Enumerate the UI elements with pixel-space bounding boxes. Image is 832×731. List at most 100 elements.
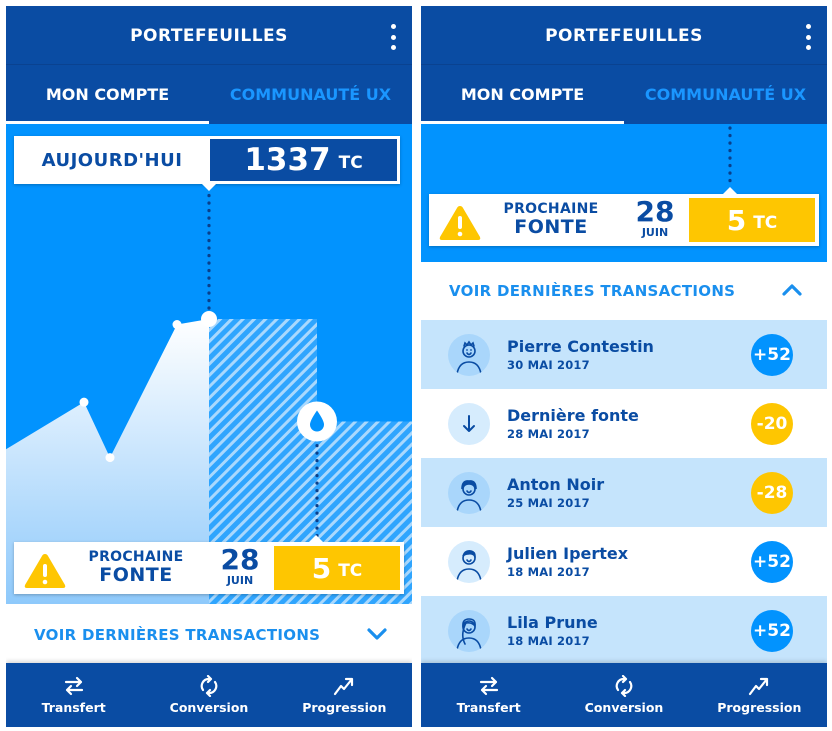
bottom-navigation: Transfert Conversion Progression: [421, 663, 827, 727]
today-marker: [201, 310, 217, 327]
transaction-date: 18 MAI 2017: [507, 634, 590, 648]
nav-transfert-label: Transfert: [456, 700, 521, 715]
nav-transfert[interactable]: Transfert: [6, 663, 141, 727]
avatar-julien: [448, 541, 490, 583]
next-melt-label: PROCHAINE FONTE: [501, 201, 601, 238]
app-bar: PORTEFEUILLES: [6, 6, 412, 65]
transaction-row[interactable]: Anton Noir 25 MAI 2017 -28: [421, 458, 827, 527]
nav-progression[interactable]: Progression: [692, 663, 827, 727]
trending-up-icon: [334, 677, 354, 696]
toggle-transactions-label: VOIR DERNIÈRES TRANSACTIONS: [34, 626, 321, 644]
balance-chart: [6, 186, 412, 604]
next-melt-amount: 5: [311, 551, 332, 585]
melt-pointer: [309, 535, 323, 542]
tab-mon-compte[interactable]: MON COMPTE: [421, 65, 624, 124]
transaction-row[interactable]: Pierre Contestin 30 MAI 2017 +52: [421, 320, 827, 389]
today-unit: TC: [338, 153, 363, 173]
transaction-amount-badge: +52: [751, 610, 793, 652]
app-title: PORTEFEUILLES: [545, 26, 703, 46]
data-point: [172, 320, 182, 330]
transaction-amount-badge: +52: [751, 334, 793, 376]
nav-progression[interactable]: Progression: [277, 663, 412, 727]
transaction-amount-badge: -28: [751, 472, 793, 514]
nav-progression-label: Progression: [302, 700, 387, 715]
tab-communaute-ux[interactable]: COMMUNAUTÉ UX: [624, 65, 827, 124]
next-melt-date: 28 JUIN: [631, 197, 679, 239]
today-value: 1337: [244, 142, 331, 178]
today-balance-card: AUJOURD'HUI 1337 TC: [14, 136, 400, 184]
warning-icon: [439, 206, 481, 240]
transaction-name: Lila Prune: [507, 613, 598, 632]
warning-icon: [24, 554, 66, 588]
transaction-row[interactable]: Julien Ipertex 18 MAI 2017 +52: [421, 527, 827, 596]
next-melt-month: JUIN: [641, 226, 669, 239]
next-melt-amount-box: 5 TC: [274, 546, 400, 590]
refresh-icon: [200, 675, 218, 697]
transaction-name: Anton Noir: [507, 475, 605, 494]
nav-conversion[interactable]: Conversion: [141, 663, 276, 727]
next-melt-day: 28: [220, 543, 260, 576]
app-title: PORTEFEUILLES: [130, 26, 288, 46]
nav-conversion-label: Conversion: [169, 700, 249, 715]
transaction-name: Pierre Contestin: [507, 337, 654, 356]
transaction-row[interactable]: Dernière fonte 28 MAI 2017 -20: [421, 389, 827, 458]
nav-progression-label: Progression: [717, 700, 802, 715]
swap-icon: [64, 676, 83, 696]
tab-mon-compte[interactable]: MON COMPTE: [6, 65, 209, 124]
transaction-amount-badge: +52: [751, 541, 793, 583]
bottom-navigation: Transfert Conversion Progression: [6, 663, 412, 727]
toggle-transactions-label: VOIR DERNIÈRES TRANSACTIONS: [449, 282, 736, 300]
transaction-amount-badge: -20: [751, 403, 793, 445]
transaction-row[interactable]: Lila Prune 18 MAI 2017 +52: [421, 596, 827, 665]
app-bar: PORTEFEUILLES: [421, 6, 827, 65]
next-melt-card: PROCHAINE FONTE 28 JUIN 5 TC: [14, 542, 404, 594]
chart-area: AUJOURD'HUI 1337 TC PROCHAINE FONTE 28 J…: [6, 124, 412, 604]
today-pointer: [202, 184, 216, 191]
transaction-name: Dernière fonte: [507, 406, 639, 425]
tab-communaute-ux[interactable]: COMMUNAUTÉ UX: [209, 65, 412, 124]
chevron-up-icon[interactable]: [781, 282, 803, 298]
more-vertical-icon[interactable]: [803, 24, 813, 50]
more-vertical-icon[interactable]: [388, 24, 398, 50]
next-melt-amount: 5: [726, 203, 747, 237]
next-melt-unit: TC: [338, 561, 363, 581]
next-melt-amount-box: 5 TC: [689, 198, 815, 242]
today-value-box: 1337 TC: [210, 139, 397, 181]
avatar-anton: [448, 472, 490, 514]
trending-up-icon: [749, 677, 769, 696]
avatar-pierre: [448, 334, 490, 376]
transaction-name: Julien Ipertex: [507, 544, 629, 563]
next-melt-unit: TC: [753, 213, 778, 233]
tab-bar: MON COMPTE COMMUNAUTÉ UX: [6, 65, 412, 124]
toggle-transactions[interactable]: VOIR DERNIÈRES TRANSACTIONS: [6, 604, 412, 666]
refresh-icon: [615, 675, 633, 697]
nav-conversion-label: Conversion: [584, 700, 664, 715]
transaction-date: 18 MAI 2017: [507, 565, 590, 579]
screen-transactions-view: PORTEFEUILLES MON COMPTE COMMUNAUTÉ UX P…: [421, 6, 827, 727]
next-melt-label-line1: PROCHAINE: [88, 549, 184, 565]
next-melt-label-line2: FONTE: [99, 564, 173, 586]
swap-icon: [479, 676, 498, 696]
next-melt-card: PROCHAINE FONTE 28 JUIN 5 TC: [429, 194, 819, 246]
tab-bar: MON COMPTE COMMUNAUTÉ UX: [421, 65, 827, 124]
transaction-date: 25 MAI 2017: [507, 496, 590, 510]
toggle-transactions[interactable]: VOIR DERNIÈRES TRANSACTIONS: [421, 262, 827, 320]
transaction-date: 28 MAI 2017: [507, 427, 590, 441]
arrow-down-icon: [448, 403, 490, 445]
transaction-date: 30 MAI 2017: [507, 358, 590, 372]
avatar-lila: [448, 610, 490, 652]
chart-area-collapsed: PROCHAINE FONTE 28 JUIN 5 TC: [421, 124, 827, 262]
next-melt-label-line1: PROCHAINE: [503, 201, 599, 217]
today-label: AUJOURD'HUI: [41, 149, 183, 171]
nav-transfert-label: Transfert: [41, 700, 106, 715]
next-melt-day: 28: [635, 195, 675, 228]
next-melt-label-line2: FONTE: [514, 216, 588, 238]
next-melt-label: PROCHAINE FONTE: [86, 549, 186, 586]
next-melt-month: JUIN: [226, 574, 254, 587]
nav-transfert[interactable]: Transfert: [421, 663, 556, 727]
screen-chart-view: PORTEFEUILLES MON COMPTE COMMUNAUTÉ UX A…: [6, 6, 412, 727]
nav-conversion[interactable]: Conversion: [556, 663, 691, 727]
data-point: [79, 397, 89, 407]
next-melt-date: 28 JUIN: [216, 545, 264, 587]
chevron-down-icon[interactable]: [366, 626, 388, 642]
